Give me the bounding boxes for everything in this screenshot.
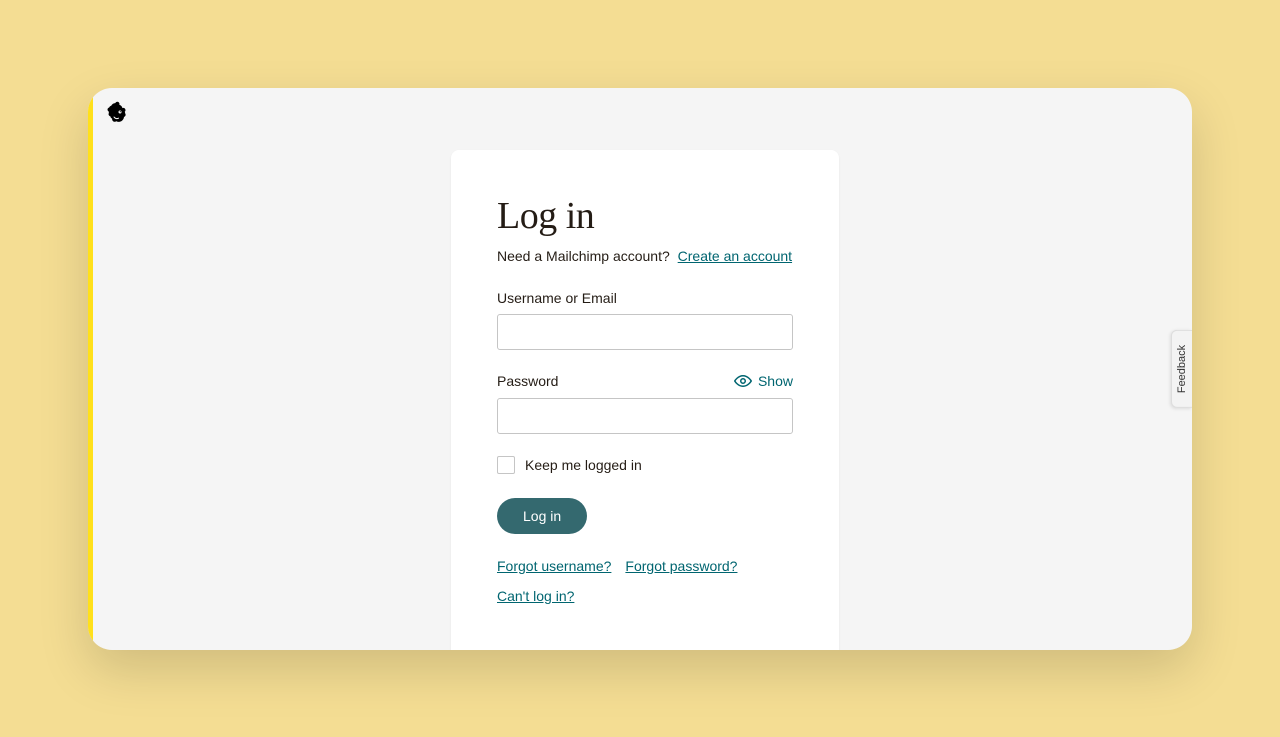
forgot-password-link[interactable]: Forgot password? <box>625 558 737 574</box>
subtitle: Need a Mailchimp account? Create an acco… <box>497 248 793 264</box>
show-label: Show <box>758 373 793 389</box>
username-field: Username or Email <box>497 290 793 350</box>
cant-login-link[interactable]: Can't log in? <box>497 588 574 604</box>
username-label: Username or Email <box>497 290 617 306</box>
password-input[interactable] <box>497 398 793 434</box>
mailchimp-logo-icon <box>106 100 130 126</box>
create-account-link[interactable]: Create an account <box>678 248 792 264</box>
username-input[interactable] <box>497 314 793 350</box>
keep-logged-in-label: Keep me logged in <box>525 457 642 473</box>
keep-logged-in-row: Keep me logged in <box>497 456 793 474</box>
login-card: Log in Need a Mailchimp account? Create … <box>451 150 839 650</box>
keep-logged-in-checkbox[interactable] <box>497 456 515 474</box>
forgot-username-link[interactable]: Forgot username? <box>497 558 611 574</box>
accent-stripe <box>88 88 93 650</box>
feedback-label: Feedback <box>1176 344 1188 392</box>
show-password-toggle[interactable]: Show <box>734 372 793 390</box>
login-button[interactable]: Log in <box>497 498 587 534</box>
recovery-links: Forgot username? Forgot password? <box>497 558 793 574</box>
eye-icon <box>734 372 752 390</box>
password-field: Password Show <box>497 372 793 434</box>
password-label: Password <box>497 373 558 389</box>
page-title: Log in <box>497 194 793 238</box>
feedback-tab[interactable]: Feedback <box>1171 329 1192 407</box>
subtitle-text: Need a Mailchimp account? <box>497 248 670 264</box>
help-links: Can't log in? <box>497 588 793 604</box>
login-window: Log in Need a Mailchimp account? Create … <box>88 88 1192 650</box>
